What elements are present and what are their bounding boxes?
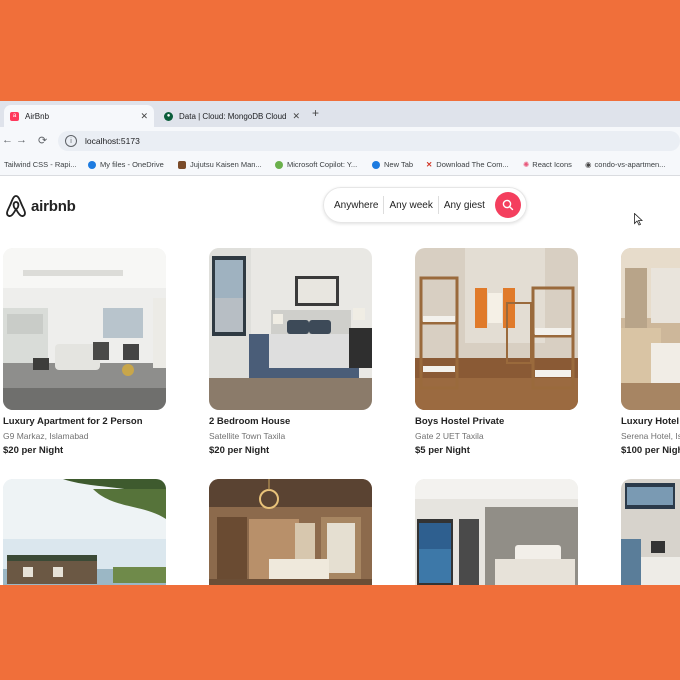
url-text: localhost:5173 [85,136,140,146]
listing-photo[interactable] [3,248,166,410]
reload-icon[interactable]: ⟳ [38,134,47,147]
manga-site-icon [178,160,186,169]
tab-title: AirBnb [25,111,50,121]
download-site-icon: ✕ [426,160,433,169]
forward-icon[interactable]: → [16,134,27,146]
listing-name: 2 Bedroom House [209,416,291,427]
react-icon: ✺ [523,160,530,169]
listing-photo[interactable] [415,479,578,585]
tab-strip: a AirBnb ✕ ● Data | Cloud: MongoDB Cloud… [0,101,680,127]
bookmark-item[interactable]: ✕ Download The Com... [426,160,509,169]
mongodb-favicon-icon: ● [164,111,173,121]
search-icon [502,199,514,211]
listing-price: $20 per Night [3,445,64,456]
tab-title: Data | Cloud: MongoDB Cloud [179,111,287,121]
bookmark-item[interactable]: ✺ React Icons [523,160,572,169]
listing-location: G9 Markaz, Islamabad [3,431,89,441]
close-icon[interactable]: ✕ [140,111,148,122]
listing-photo[interactable] [621,479,680,585]
listing-photo[interactable] [415,248,578,410]
site-info-icon[interactable]: i [65,135,77,147]
listing-name: Luxury Hotel [621,416,680,427]
search-anywhere[interactable]: Anywhere [324,200,383,211]
new-tab-icon[interactable]: + [312,106,319,120]
bookmark-item[interactable]: My files - OneDrive [88,160,164,169]
bookmark-item[interactable]: Microsoft Copilot: Y... [275,160,357,169]
cloud-icon [372,160,380,169]
back-icon[interactable]: ← [2,134,13,146]
listing-photo[interactable] [621,248,680,410]
airbnb-logo[interactable]: airbnb [5,194,76,218]
search-guests[interactable]: Any giest [439,200,490,211]
bookmarks-bar: Tailwind CSS - Rapi... My files - OneDri… [0,155,680,176]
listing-price: $100 per Nigh [621,445,680,456]
onedrive-icon [88,160,96,169]
bookmark-item[interactable]: Jujutsu Kaisen Man... [178,160,262,169]
airbnb-logo-icon [6,195,26,217]
tab-mongodb[interactable]: ● Data | Cloud: MongoDB Cloud ✕ [158,105,306,127]
copilot-icon [275,160,283,169]
listing-photo[interactable] [209,248,372,410]
listing-photo[interactable] [3,479,166,585]
listing-price: $20 per Night [209,445,270,456]
close-icon[interactable]: ✕ [292,111,300,122]
tab-airbnb[interactable]: a AirBnb ✕ [4,105,154,127]
globe-icon: ◉ [585,160,592,169]
bookmark-item[interactable]: New Tab [372,160,413,169]
address-bar: ← → ⟳ i localhost:5173 [0,127,680,155]
search-button[interactable] [495,192,521,218]
listing-photo[interactable] [209,479,372,585]
bookmark-item[interactable]: Tailwind CSS - Rapi... [4,160,77,169]
airbnb-favicon-icon: a [10,111,19,121]
listing-name: Boys Hostel Private [415,416,505,427]
listing-price: $5 per Night [415,445,470,456]
search-bar[interactable]: Anywhere Any week Any giest [323,187,527,223]
browser-window: a AirBnb ✕ ● Data | Cloud: MongoDB Cloud… [0,101,680,585]
search-week[interactable]: Any week [384,200,437,211]
listing-location: Gate 2 UET Taxila [415,431,484,441]
url-input[interactable]: i localhost:5173 [58,131,680,151]
mouse-cursor-icon [634,213,643,226]
listing-name: Luxury Apartment for 2 Person [3,416,143,427]
listing-location: Satellite Town Taxila [209,431,286,441]
bookmark-item[interactable]: ◉ condo-vs-apartmen... [585,160,665,169]
logo-text: airbnb [31,197,76,215]
listing-location: Serena Hotel, Is [621,431,680,441]
